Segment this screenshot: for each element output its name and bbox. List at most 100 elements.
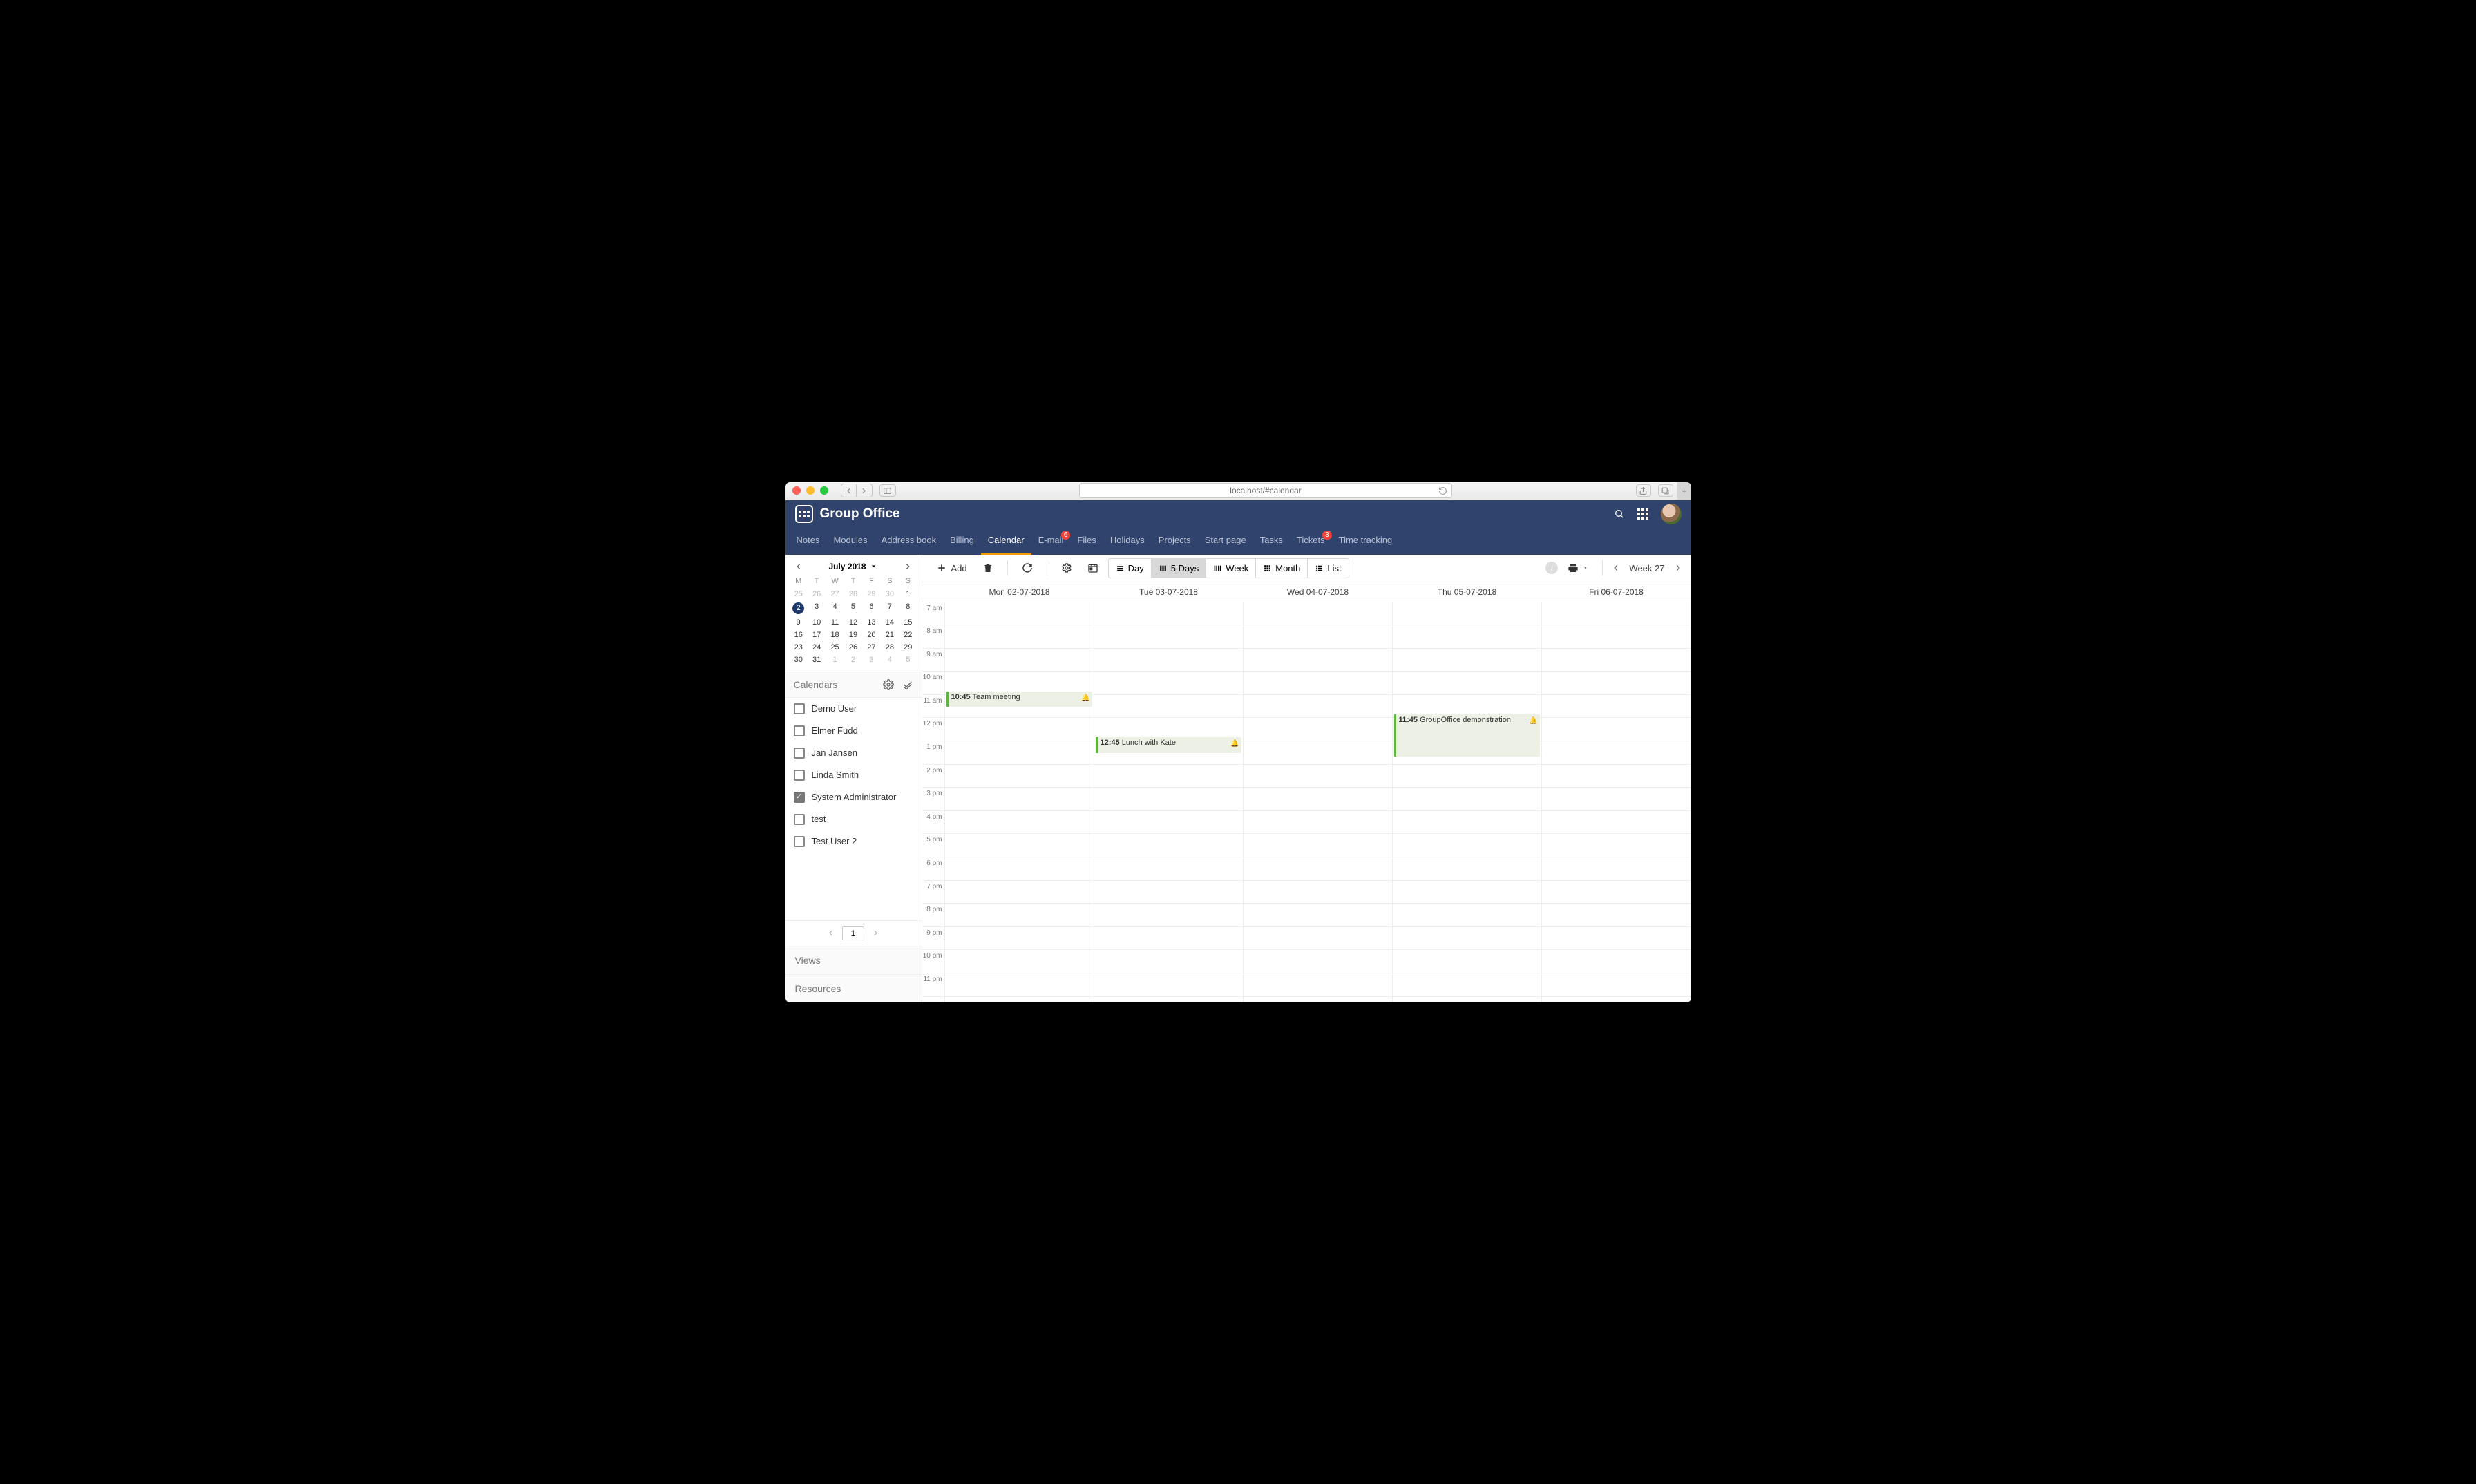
mini-cal-day[interactable]: 9 (790, 616, 808, 629)
views-section[interactable]: Views (785, 946, 922, 974)
pager-next-button[interactable] (871, 929, 880, 938)
maximize-window-button[interactable] (820, 486, 828, 495)
close-window-button[interactable] (792, 486, 801, 495)
print-button[interactable] (1562, 558, 1594, 578)
calendar-item[interactable]: Linda Smith (785, 764, 922, 786)
mini-cal-day[interactable]: 6 (862, 600, 880, 616)
calendar-item[interactable]: System Administrator (785, 786, 922, 808)
mini-cal-day[interactable]: 1 (899, 588, 917, 600)
mini-cal-day[interactable]: 25 (790, 588, 808, 600)
day-column[interactable]: 11:45 GroupOffice demonstration🔔 (1393, 602, 1542, 1002)
pager-prev-button[interactable] (826, 929, 835, 938)
calendar-item[interactable]: Jan Jansen (785, 742, 922, 764)
calendar-grid[interactable]: 7 am8 am9 am10 am11 am12 pm1 pm2 pm3 pm4… (922, 602, 1691, 1002)
mini-cal-day[interactable]: 7 (881, 600, 899, 616)
refresh-button[interactable] (1016, 558, 1038, 578)
nav-calendar[interactable]: Calendar (981, 528, 1031, 555)
calendar-checkbox[interactable] (794, 836, 805, 847)
mini-cal-day[interactable]: 28 (844, 588, 862, 600)
calendar-checkbox[interactable] (794, 770, 805, 781)
calendar-event[interactable]: 11:45 GroupOffice demonstration🔔 (1394, 714, 1540, 757)
mini-cal-day[interactable]: 16 (790, 629, 808, 641)
mini-cal-day[interactable]: 22 (899, 629, 917, 641)
mini-cal-day[interactable]: 13 (862, 616, 880, 629)
mini-cal-day[interactable]: 8 (899, 600, 917, 616)
nav-modules[interactable]: Modules (826, 528, 874, 555)
select-all-icon[interactable] (902, 679, 913, 690)
mini-cal-day[interactable]: 26 (844, 641, 862, 654)
mini-cal-title[interactable]: July 2018 (828, 562, 877, 571)
sidebar-toggle-button[interactable] (879, 484, 896, 497)
mini-cal-day[interactable]: 28 (881, 641, 899, 654)
view-week-button[interactable]: Week (1206, 559, 1256, 578)
mini-cal-day[interactable]: 25 (826, 641, 844, 654)
mini-cal-day[interactable]: 14 (881, 616, 899, 629)
mini-cal-day[interactable]: 19 (844, 629, 862, 641)
view-5days-button[interactable]: 5 Days (1152, 559, 1206, 578)
nav-start-page[interactable]: Start page (1198, 528, 1253, 555)
add-button[interactable]: Add (931, 558, 973, 578)
reload-icon[interactable] (1438, 486, 1447, 495)
calendar-event[interactable]: 10:45 Team meeting🔔 (946, 692, 1092, 707)
calendar-checkbox[interactable] (794, 792, 805, 803)
nav-time-tracking[interactable]: Time tracking (1332, 528, 1400, 555)
calendar-checkbox[interactable] (794, 703, 805, 714)
mini-cal-day[interactable]: 5 (844, 600, 862, 616)
nav-tasks[interactable]: Tasks (1253, 528, 1290, 555)
mini-cal-day[interactable]: 27 (862, 641, 880, 654)
mini-cal-day[interactable]: 29 (862, 588, 880, 600)
mini-cal-day[interactable]: 2 (790, 600, 808, 616)
share-button[interactable] (1636, 484, 1651, 497)
url-bar[interactable]: localhost/#calendar (1079, 483, 1452, 498)
day-column[interactable]: 12:45 Lunch with Kate🔔 (1094, 602, 1244, 1002)
calendar-event[interactable]: 12:45 Lunch with Kate🔔 (1096, 737, 1241, 753)
settings-button[interactable] (1056, 558, 1078, 578)
calendar-item[interactable]: Demo User (785, 698, 922, 720)
mini-cal-prev-button[interactable] (794, 562, 803, 571)
nav-billing[interactable]: Billing (943, 528, 981, 555)
delete-button[interactable] (977, 558, 999, 578)
mini-cal-day[interactable]: 29 (899, 641, 917, 654)
mini-cal-day[interactable]: 10 (808, 616, 826, 629)
calendar-checkbox[interactable] (794, 748, 805, 759)
day-column[interactable] (1244, 602, 1393, 1002)
mini-cal-day[interactable]: 12 (844, 616, 862, 629)
nav-projects[interactable]: Projects (1152, 528, 1198, 555)
mini-cal-day[interactable]: 30 (881, 588, 899, 600)
minimize-window-button[interactable] (806, 486, 815, 495)
tabs-button[interactable] (1658, 484, 1673, 497)
avatar[interactable] (1661, 504, 1682, 524)
day-column[interactable] (1542, 602, 1691, 1002)
calendar-checkbox[interactable] (794, 725, 805, 736)
calendar-item[interactable]: test (785, 808, 922, 830)
prev-week-button[interactable] (1611, 563, 1621, 573)
nav-files[interactable]: Files (1070, 528, 1103, 555)
nav-e-mail[interactable]: E-mail6 (1031, 528, 1071, 555)
mini-cal-day[interactable]: 24 (808, 641, 826, 654)
day-column[interactable]: 10:45 Team meeting🔔 (945, 602, 1094, 1002)
mini-cal-next-button[interactable] (903, 562, 913, 571)
today-button[interactable] (1082, 558, 1104, 578)
view-month-button[interactable]: Month (1256, 559, 1308, 578)
calendar-item[interactable]: Test User 2 (785, 830, 922, 853)
mini-cal-day[interactable]: 11 (826, 616, 844, 629)
calendar-item[interactable]: Elmer Fudd (785, 720, 922, 742)
forward-button[interactable] (857, 484, 872, 497)
page-input[interactable] (842, 926, 864, 940)
search-icon[interactable] (1614, 508, 1625, 520)
mini-cal-day[interactable]: 2 (844, 654, 862, 666)
calendar-checkbox[interactable] (794, 814, 805, 825)
mini-cal-day[interactable]: 31 (808, 654, 826, 666)
nav-tickets[interactable]: Tickets3 (1290, 528, 1332, 555)
mini-cal-day[interactable]: 5 (899, 654, 917, 666)
mini-cal-day[interactable]: 30 (790, 654, 808, 666)
mini-cal-day[interactable]: 1 (826, 654, 844, 666)
nav-notes[interactable]: Notes (790, 528, 827, 555)
mini-cal-day[interactable]: 4 (826, 600, 844, 616)
gear-icon[interactable] (883, 679, 894, 690)
mini-cal-day[interactable]: 3 (808, 600, 826, 616)
new-tab-button[interactable]: + (1677, 482, 1691, 500)
mini-cal-day[interactable]: 4 (881, 654, 899, 666)
mini-cal-day[interactable]: 18 (826, 629, 844, 641)
mini-cal-day[interactable]: 21 (881, 629, 899, 641)
